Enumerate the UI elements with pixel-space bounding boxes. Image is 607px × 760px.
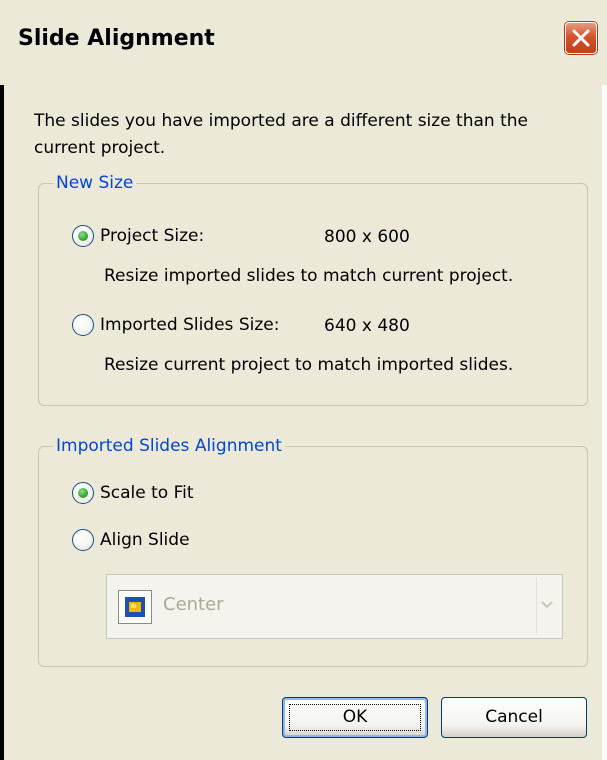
imported-size-radio[interactable]	[72, 314, 94, 336]
imported-size-label: Imported Slides Size:	[100, 315, 280, 335]
project-size-description: Resize imported slides to match current …	[104, 266, 514, 286]
imported-size-option[interactable]: Imported Slides Size:	[72, 314, 279, 336]
project-size-label: Project Size:	[100, 226, 205, 246]
alignment-center-icon	[118, 590, 152, 624]
scale-to-fit-option[interactable]: Scale to Fit	[72, 482, 194, 504]
align-slide-option[interactable]: Align Slide	[72, 529, 190, 551]
align-slide-radio[interactable]	[72, 529, 94, 551]
window-title: Slide Alignment	[18, 26, 215, 51]
window-right-edge	[602, 85, 607, 760]
intro-text: The slides you have imported are a diffe…	[34, 111, 528, 158]
dropdown-selected-value: Center	[163, 594, 224, 615]
scale-to-fit-radio[interactable]	[72, 482, 94, 504]
close-button[interactable]	[565, 22, 597, 54]
new-size-legend: New Size	[53, 171, 137, 195]
ok-button[interactable]: OK	[282, 697, 428, 738]
align-slide-label: Align Slide	[100, 530, 190, 550]
close-x-icon	[572, 29, 590, 47]
focus-ring	[289, 704, 421, 731]
imported-size-value: 640 x 480	[324, 316, 410, 336]
imported-size-description: Resize current project to match imported…	[104, 355, 514, 375]
scale-to-fit-label: Scale to Fit	[100, 483, 194, 503]
project-size-option[interactable]: Project Size:	[72, 225, 204, 247]
cancel-button[interactable]: Cancel	[441, 697, 587, 738]
chevron-down-icon[interactable]	[536, 577, 556, 634]
alignment-dropdown[interactable]: Center	[106, 574, 563, 639]
project-size-value: 800 x 600	[324, 227, 410, 247]
window-left-border	[0, 85, 4, 760]
alignment-legend: Imported Slides Alignment	[53, 434, 285, 458]
project-size-radio[interactable]	[72, 225, 94, 247]
cancel-button-label: Cancel	[485, 707, 543, 727]
title-bar: Slide Alignment	[0, 0, 607, 85]
